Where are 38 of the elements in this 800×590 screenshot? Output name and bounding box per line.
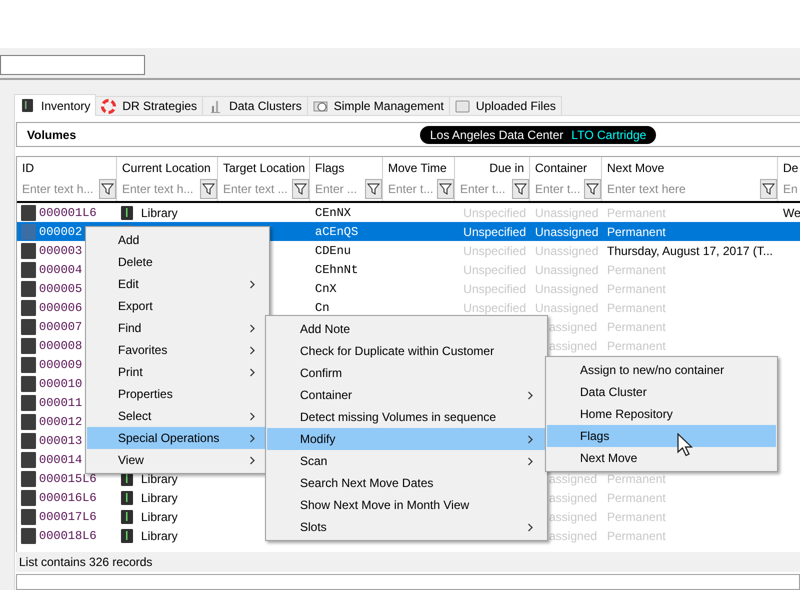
table-cell-text: 000017L6 (39, 508, 97, 526)
table-cell-text: Unspecified (463, 224, 526, 240)
status-text: List contains 326 records (19, 554, 152, 571)
table-cell-text: We (783, 204, 800, 222)
table-cell-text: 000004 (39, 262, 82, 278)
media-type: LTO Cartridge (571, 127, 646, 144)
table-cell-text: CEhnNt (315, 262, 358, 278)
table-cell-text: 000010 (39, 376, 82, 392)
table-cell-text: 000001L6 (39, 204, 97, 222)
table-cell-text: Library (141, 204, 178, 222)
table-cell-text: 000013 (39, 432, 82, 450)
table-cell-text: Library (141, 508, 178, 526)
table-cell-text: 000007 (39, 318, 82, 336)
table-cell-text: 000011 (39, 394, 82, 412)
table-cell-text: 000002 (39, 224, 82, 240)
panel-title: Volumes (27, 126, 76, 144)
table-cell-text: Library (141, 528, 178, 544)
table-cell-text: Unassigned (535, 224, 598, 240)
table-cell-text: Thursday, August 17, 2017 (T... (607, 242, 773, 260)
table-cell-text: Library (141, 490, 178, 506)
table-cell-text: 000003 (39, 242, 82, 260)
table-cell-text: 000012 (39, 414, 82, 430)
table-cell-text: 000016L6 (39, 490, 97, 506)
table-cell-text: 000005 (39, 280, 82, 298)
site-name: Los Angeles Data Center (430, 127, 564, 144)
table-cell-text: 000018L6 (39, 528, 97, 544)
table-cell-text: 000009 (39, 356, 82, 374)
table-cell-text: CnX (315, 280, 337, 298)
table-cell-text: CDEnu (315, 242, 352, 260)
table-cell-text: Library (141, 470, 178, 488)
table-cell-text: aCEnQS (315, 224, 358, 240)
table-cell-text: Permanent (607, 224, 666, 240)
table-cell-text: 000006 (39, 300, 82, 316)
table-cell-text: CEnNX (315, 204, 352, 222)
table-cell-text: Cn (315, 300, 330, 316)
table-cell-text: 000008 (39, 338, 82, 354)
table-cell-text: 000014 (39, 452, 82, 468)
table-cell-text: 000015L6 (39, 470, 97, 488)
